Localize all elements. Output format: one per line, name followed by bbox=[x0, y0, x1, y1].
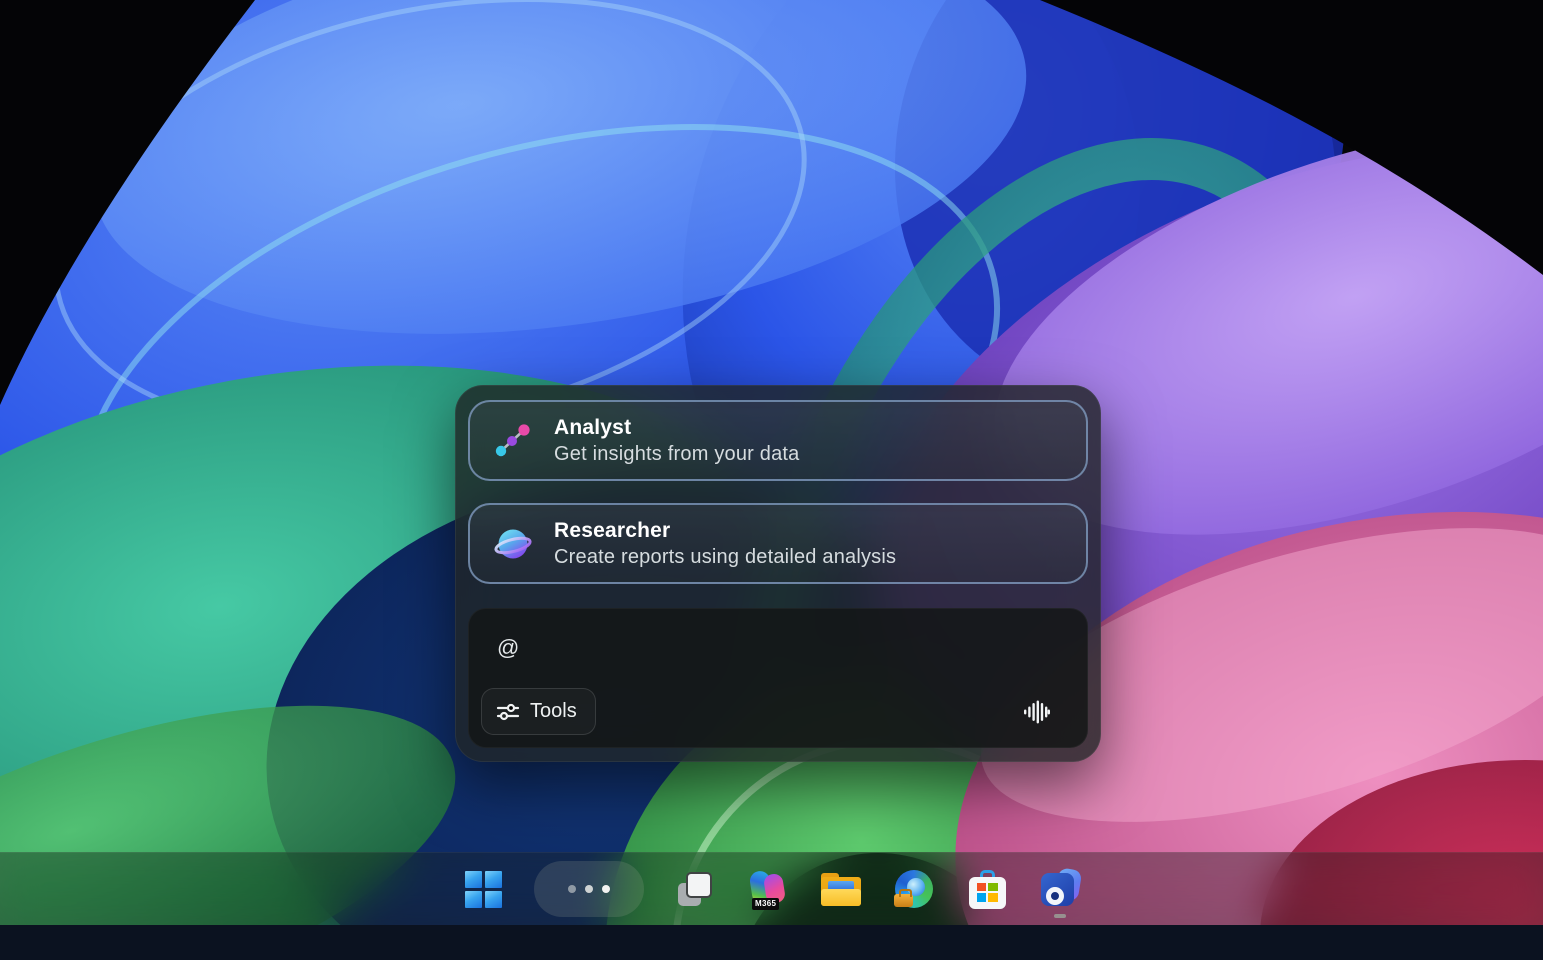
edge-briefcase-icon bbox=[894, 869, 934, 909]
store-bag-icon bbox=[969, 870, 1006, 909]
tools-button[interactable]: Tools bbox=[481, 688, 596, 735]
outlook-icon bbox=[1040, 869, 1080, 909]
suggestion-title: Analyst bbox=[554, 416, 800, 440]
taskbar: M365 bbox=[0, 852, 1543, 925]
analyst-trend-dots-icon bbox=[494, 422, 532, 460]
sliders-icon bbox=[496, 702, 520, 722]
task-view-button[interactable] bbox=[673, 860, 717, 918]
ellipsis-icon bbox=[568, 885, 610, 893]
voice-waveform-icon[interactable] bbox=[1015, 690, 1059, 734]
copilot-flyout-panel: Analyst Get insights from your data bbox=[455, 385, 1101, 762]
m365-copilot-app[interactable]: M365 bbox=[746, 860, 790, 918]
file-explorer-app[interactable] bbox=[819, 860, 863, 918]
m365-badge: M365 bbox=[752, 898, 779, 910]
microsoft-store-app[interactable] bbox=[965, 860, 1009, 918]
running-indicator bbox=[1054, 914, 1066, 918]
chat-input[interactable]: @ bbox=[481, 621, 1075, 688]
taskbar-icon-row: M365 bbox=[461, 860, 1082, 918]
bottom-letterbox bbox=[0, 925, 1543, 960]
suggestion-subtitle: Create reports using detailed analysis bbox=[554, 546, 896, 569]
composer-toolbar: Tools bbox=[481, 688, 1075, 735]
tools-label: Tools bbox=[530, 700, 577, 723]
start-button[interactable] bbox=[461, 860, 505, 918]
windows-desktop: Analyst Get insights from your data bbox=[0, 0, 1543, 960]
suggestion-texts: Analyst Get insights from your data bbox=[554, 416, 800, 466]
search-pill[interactable] bbox=[534, 861, 644, 917]
researcher-planet-icon bbox=[494, 525, 532, 563]
windows-logo-icon bbox=[465, 871, 502, 908]
outlook-app[interactable] bbox=[1038, 860, 1082, 918]
m365-copilot-ribbons-icon: M365 bbox=[747, 868, 789, 910]
chat-composer: @ Tools bbox=[468, 608, 1088, 748]
folder-icon bbox=[821, 873, 861, 906]
stacked-windows-icon bbox=[676, 870, 714, 908]
edge-app[interactable] bbox=[892, 860, 936, 918]
suggestion-card-analyst[interactable]: Analyst Get insights from your data bbox=[468, 400, 1088, 481]
suggestion-card-researcher[interactable]: Researcher Create reports using detailed… bbox=[468, 503, 1088, 584]
suggestion-texts: Researcher Create reports using detailed… bbox=[554, 519, 896, 569]
suggestion-subtitle: Get insights from your data bbox=[554, 443, 800, 466]
suggestion-title: Researcher bbox=[554, 519, 896, 543]
